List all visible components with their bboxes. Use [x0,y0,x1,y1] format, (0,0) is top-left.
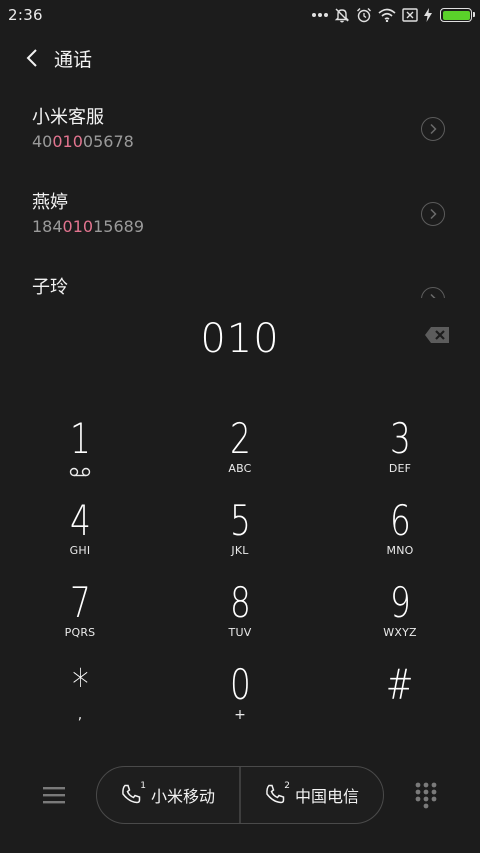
contact-item[interactable]: 燕婷 18401015689 [0,171,480,256]
key-letters: MNO [386,544,414,557]
key-2[interactable]: 2 ABC [160,412,320,494]
alarm-icon [356,7,372,23]
contact-name: 子玲 [32,277,68,298]
more-dots-icon [312,12,328,18]
contact-number: 18401015689 [32,216,480,238]
key-digit: 9 [389,578,411,627]
sim-slot-number: 2 [284,781,290,791]
key-7[interactable]: 7 PQRS [0,576,160,658]
key-letters: TUV [228,626,252,639]
voicemail-icon [69,462,91,481]
number-suffix: 05678 [82,132,134,151]
key-letters: PQRS [64,626,96,639]
chevron-right-icon [430,123,437,135]
key-letters: , [77,707,83,723]
dialed-number: 010 [200,316,280,362]
contact-name: 燕婷 [32,192,68,213]
mute-icon [334,7,350,23]
key-hash[interactable]: # [320,658,480,740]
key-digit: 5 [229,496,251,545]
key-9[interactable]: 9 WXYZ [320,576,480,658]
call-button-group: 1 小米移动 2 中国电信 [96,766,384,824]
contact-name: 小米客服 [32,107,104,128]
call-sim2-button[interactable]: 2 中国电信 [239,767,383,823]
call-sim1-label: 小米移动 [150,787,215,806]
key-digit: 2 [229,414,251,463]
contact-number: 4001005678 [32,131,480,153]
key-digit: 0 [229,660,251,709]
contact-list[interactable]: 小米客服 4001005678 燕婷 18401015689 子玲 [0,86,480,298]
key-star[interactable]: * , [0,658,160,740]
key-letters: WXYZ [383,626,417,639]
number-suffix: 15689 [93,217,144,236]
key-digit: 8 [229,578,251,627]
status-bar: 2:36 [0,0,480,30]
key-letters: JKL [231,544,249,557]
battery-level [442,10,470,20]
dial-display: 010 [0,312,480,374]
call-sim2-label: 中国电信 [294,787,359,806]
keypad: 1 2 ABC 3 DEF 4 GHI 5 JKL 6 MNO 7 PQRS 8… [0,412,480,742]
number-prefix: 184 [32,217,63,236]
key-letters: DEF [388,462,412,475]
key-letters: GHI [69,544,91,557]
number-match: 010 [62,217,94,236]
backspace-icon[interactable] [424,326,450,344]
wifi-icon [378,8,396,22]
key-digit: # [386,660,414,709]
status-icons [312,7,475,23]
key-1[interactable]: 1 [0,412,160,494]
contact-item[interactable]: 小米客服 4001005678 [0,86,480,171]
charging-icon [424,8,432,22]
key-0[interactable]: 0 + [160,658,320,740]
dialpad-icon[interactable] [414,781,438,809]
bottom-bar: 1 小米移动 2 中国电信 [0,766,480,824]
page-title: 通话 [54,48,93,71]
battery-icon [440,8,475,22]
contact-item[interactable]: 子玲 [0,256,480,298]
key-digit: * [71,660,89,709]
menu-icon[interactable] [42,783,66,807]
key-6[interactable]: 6 MNO [320,494,480,576]
key-3[interactable]: 3 DEF [320,412,480,494]
key-letters: ABC [228,462,252,475]
key-digit: 6 [389,496,411,545]
sim-slot-number: 1 [140,781,146,791]
key-digit: 1 [69,414,91,463]
key-8[interactable]: 8 TUV [160,576,320,658]
status-time: 2:36 [8,6,43,24]
key-letters: + [234,707,246,723]
chevron-right-icon [430,208,437,220]
call-sim1-button[interactable]: 1 小米移动 [97,767,239,823]
key-5[interactable]: 5 JKL [160,494,320,576]
key-digit: 4 [69,496,91,545]
header: 通话 [0,36,480,80]
phone-icon: 2 [265,781,290,806]
chevron-left-icon[interactable] [10,36,54,80]
number-match: 010 [52,132,83,151]
contact-detail-button[interactable] [421,202,445,226]
key-digit: 7 [69,578,91,627]
no-sim-icon [402,8,418,22]
key-4[interactable]: 4 GHI [0,494,160,576]
chevron-right-icon [430,293,436,298]
phone-icon: 1 [121,781,146,806]
key-digit: 3 [389,414,411,463]
number-prefix: 40 [32,132,53,151]
contact-detail-button[interactable] [421,117,445,141]
